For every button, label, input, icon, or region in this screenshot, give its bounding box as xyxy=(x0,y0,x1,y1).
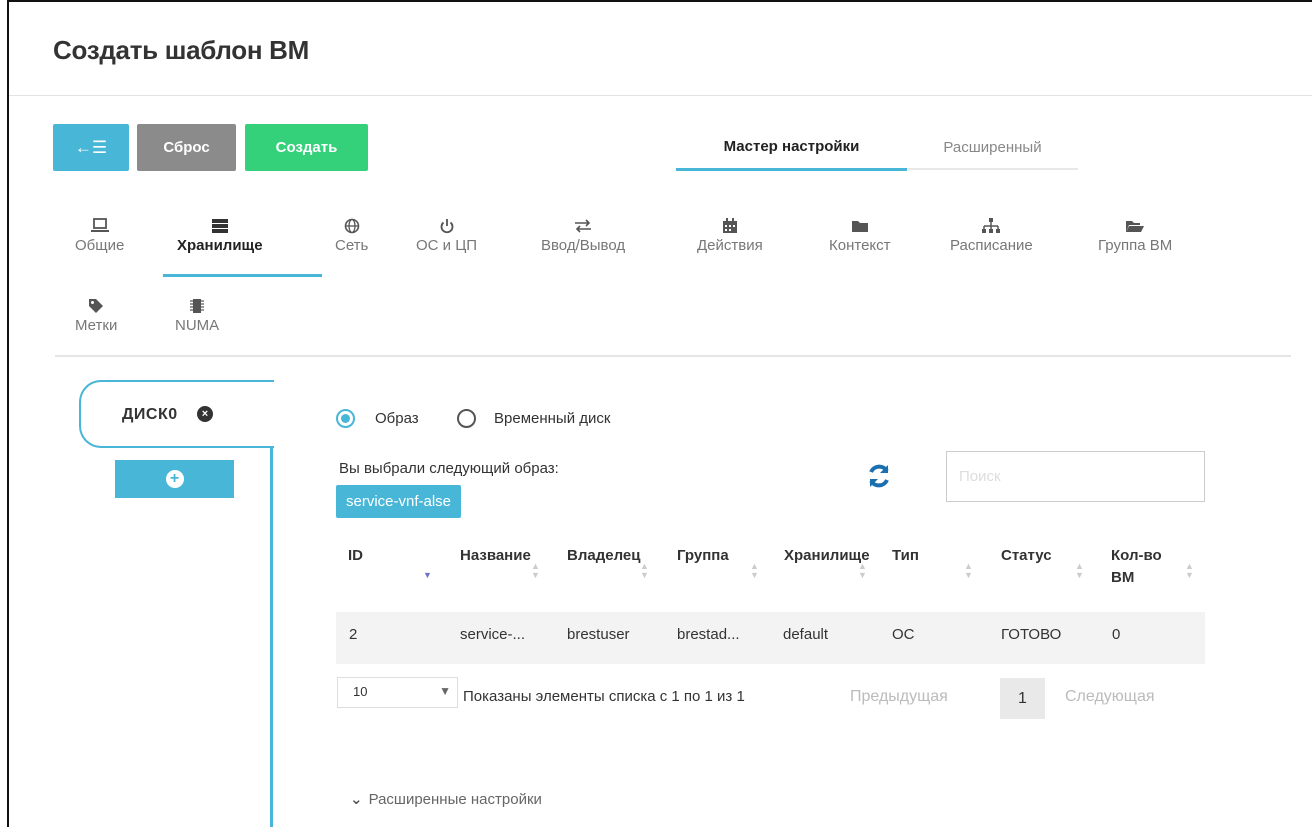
sitemap-icon xyxy=(982,218,1001,236)
folder-open-icon xyxy=(1126,218,1145,236)
sort-desc-icon[interactable]: ▼ xyxy=(423,571,432,580)
page-size-value: 10 xyxy=(353,684,368,699)
tab-labels[interactable]: Метки xyxy=(75,298,117,334)
active-tab-indicator xyxy=(163,274,322,277)
cell-group: brestad... xyxy=(677,626,740,643)
sort-icon[interactable]: ▲ ▼ xyxy=(858,562,867,580)
sort-icon[interactable]: ▲ ▼ xyxy=(1185,562,1194,580)
chip-icon xyxy=(189,298,205,316)
sort-icon[interactable]: ▲ ▼ xyxy=(640,562,649,580)
tab-context[interactable]: Контекст xyxy=(829,218,891,254)
cell-status: ГОТОВО xyxy=(1001,626,1062,643)
power-icon xyxy=(439,218,455,236)
page-title: Создать шаблон ВМ xyxy=(53,35,310,65)
column-header-status[interactable]: Статус xyxy=(1001,545,1052,567)
reset-button[interactable]: Сброс xyxy=(137,124,236,171)
refresh-icon[interactable] xyxy=(866,463,892,493)
disk-tab-label: ДИСК0 xyxy=(122,406,178,423)
page-size-select[interactable]: 10 ▼ xyxy=(337,677,458,708)
column-header-vms[interactable]: Кол-во ВМ xyxy=(1111,545,1169,589)
cell-datastore: default xyxy=(783,626,829,643)
selected-image-text: Вы выбрали следующий образ: xyxy=(339,460,559,477)
search-input[interactable] xyxy=(946,451,1205,502)
column-header-type[interactable]: Тип xyxy=(892,545,919,567)
sort-icon[interactable]: ▲ ▼ xyxy=(750,562,759,580)
cell-owner: brestuser xyxy=(567,626,630,643)
advanced-settings-label: Расширенные настройки xyxy=(368,791,542,808)
column-header-id[interactable]: ID xyxy=(348,545,363,567)
previous-page-button[interactable]: Предыдущая xyxy=(850,688,948,706)
tab-storage[interactable]: Хранилище xyxy=(177,218,263,254)
laptop-icon xyxy=(90,218,109,236)
tab-general[interactable]: Общие xyxy=(75,218,124,254)
next-page-button[interactable]: Следующая xyxy=(1065,688,1155,706)
back-list-icon: ←☰ xyxy=(74,137,108,157)
globe-icon xyxy=(344,218,360,236)
advanced-settings-toggle[interactable]: ⌄ Расширенные настройки xyxy=(350,790,542,808)
create-button[interactable]: Создать xyxy=(245,124,368,171)
column-header-datastore[interactable]: Хранилище xyxy=(784,545,870,567)
radio-volatile-label: Временный диск xyxy=(494,410,611,427)
storage-icon xyxy=(211,218,228,236)
folder-icon xyxy=(851,218,868,236)
column-header-group[interactable]: Группа xyxy=(677,545,729,567)
tab-advanced[interactable]: Расширенный xyxy=(907,124,1078,170)
exchange-icon xyxy=(574,218,592,236)
tab-wizard[interactable]: Мастер настройки xyxy=(676,124,907,171)
add-disk-button[interactable]: + xyxy=(115,460,234,498)
tab-actions[interactable]: Действия xyxy=(697,218,763,254)
chevron-down-icon: ▼ xyxy=(439,684,451,698)
selected-image-badge: service-vnf-alse xyxy=(336,485,462,518)
tab-io[interactable]: Ввод/Вывод xyxy=(541,218,625,254)
cell-id: 2 xyxy=(349,626,358,643)
tab-numa[interactable]: NUMA xyxy=(175,298,219,334)
plus-icon: + xyxy=(165,470,184,488)
back-to-list-button[interactable]: ←☰ xyxy=(53,124,129,171)
sort-icon[interactable]: ▲ ▼ xyxy=(1075,562,1084,580)
disk-panel-border xyxy=(270,448,273,827)
mode-tabs: Мастер настройки Расширенный xyxy=(676,124,1078,171)
tab-schedule[interactable]: Расписание xyxy=(950,218,1033,254)
sort-icon[interactable]: ▲ ▼ xyxy=(964,562,973,580)
showing-info: Показаны элементы списка с 1 по 1 из 1 xyxy=(463,688,745,705)
cell-vms: 0 xyxy=(1112,626,1121,643)
cell-name: service-... xyxy=(460,626,526,643)
column-header-owner[interactable]: Владелец xyxy=(567,545,640,567)
tag-icon xyxy=(88,298,104,316)
current-page-button[interactable]: 1 xyxy=(1000,678,1045,719)
cell-type: ОС xyxy=(892,626,915,643)
radio-volatile[interactable] xyxy=(457,409,476,428)
calendar-icon xyxy=(722,218,738,236)
close-icon[interactable]: × xyxy=(197,406,213,422)
column-header-name[interactable]: Название xyxy=(460,545,531,567)
tab-vm-group[interactable]: Группа ВМ xyxy=(1098,218,1172,254)
sort-icon[interactable]: ▲ ▼ xyxy=(531,562,540,580)
tab-network[interactable]: Сеть xyxy=(335,218,368,254)
title-divider xyxy=(9,95,1312,96)
chevron-down-icon: ⌄ xyxy=(350,791,363,808)
radio-image-label: Образ xyxy=(375,410,419,427)
radio-image[interactable] xyxy=(336,409,355,428)
tabs-divider xyxy=(55,355,1291,357)
tab-os-cpu[interactable]: ОС и ЦП xyxy=(416,218,477,254)
